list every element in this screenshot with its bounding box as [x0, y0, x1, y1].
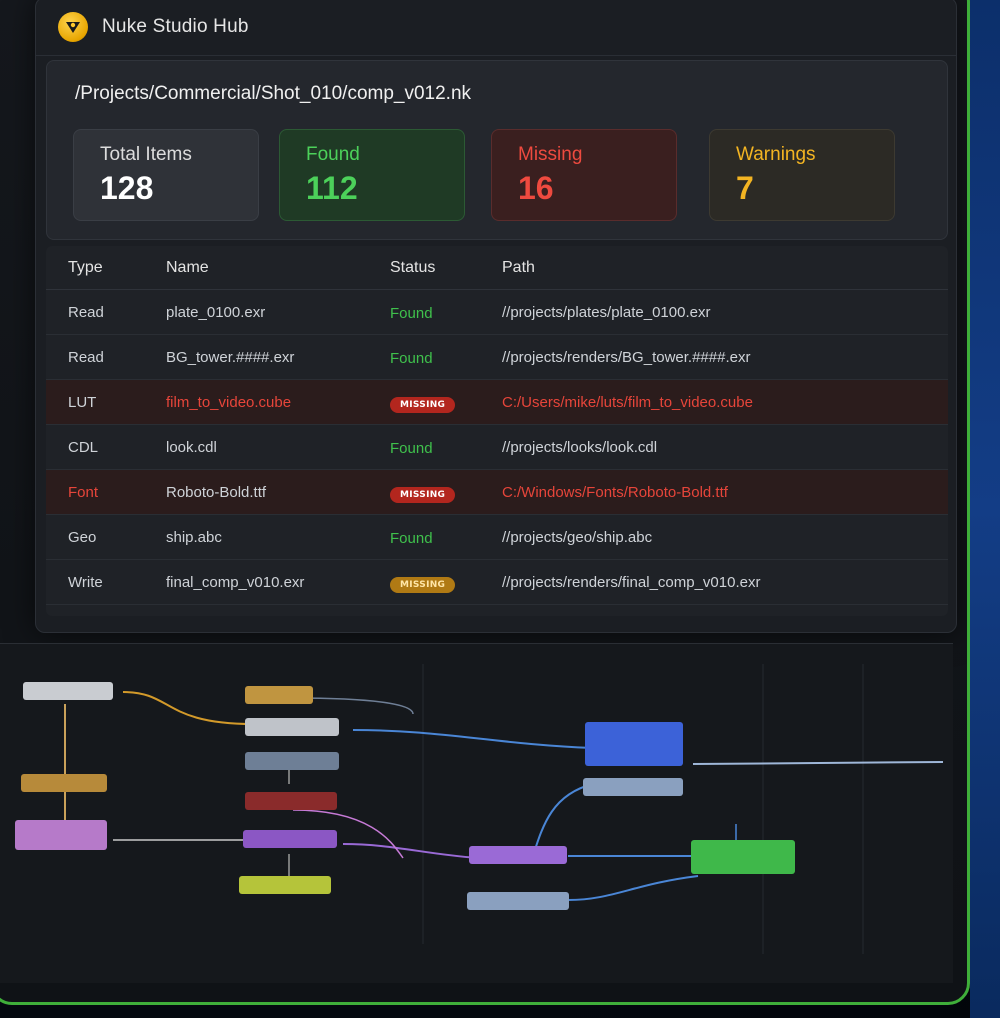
total-items-card[interactable]: Total Items 128 — [73, 129, 259, 221]
row-name: film_to_video.cube — [166, 393, 292, 411]
row-name: final_comp_v010.exr — [166, 573, 305, 591]
table-header: Type Name Status Path — [46, 246, 948, 290]
row-type: Read — [68, 303, 104, 321]
row-path: //projects/plates/plate_0100.exr — [502, 303, 711, 321]
row-type: CDL — [68, 438, 99, 456]
table-row[interactable]: Read plate_0100.exr Found //projects/pla… — [46, 290, 948, 335]
status-found: Found — [390, 529, 433, 547]
node-blur-2[interactable] — [467, 892, 569, 910]
column-header-status[interactable]: Status — [390, 259, 502, 277]
warnings-card[interactable]: Warnings 7 — [709, 129, 895, 221]
column-header-name[interactable]: Name — [166, 259, 390, 277]
node-grade-2[interactable] — [583, 778, 683, 796]
status-found: Found — [390, 349, 433, 367]
row-path: //projects/looks/look.cdl — [502, 438, 658, 456]
total-items-label: Total Items — [100, 144, 192, 165]
status-found: Found — [390, 304, 433, 322]
node-merge-3[interactable] — [469, 846, 567, 864]
dependency-table: Type Name Status Path Read plate_0100.ex… — [46, 246, 948, 616]
node-read-1[interactable] — [23, 682, 113, 700]
node-graph[interactable] — [0, 643, 953, 983]
summary-panel: /Projects/Commercial/Shot_010/comp_v012.… — [46, 60, 948, 240]
status-missing-badge: MISSING — [390, 486, 456, 503]
node-merge-2[interactable] — [243, 830, 337, 848]
main-window: Nuke Studio Hub /Projects/Commercial/Sho… — [35, 0, 957, 633]
row-path: C:/Windows/Fonts/Roboto-Bold.ttf — [502, 483, 728, 501]
title-bar: Nuke Studio Hub — [36, 0, 956, 56]
app-title: Nuke Studio Hub — [102, 15, 249, 37]
table-row[interactable]: Geo ship.abc Found //projects/geo/ship.a… — [46, 515, 948, 560]
background-strip — [970, 0, 1000, 1018]
row-name: Roboto-Bold.ttf — [166, 483, 267, 501]
row-type: Read — [68, 348, 104, 366]
column-header-type[interactable]: Type — [46, 259, 166, 277]
missing-card[interactable]: Missing 16 — [491, 129, 677, 221]
node-graph-wires — [64, 664, 944, 954]
found-card[interactable]: Found 112 — [279, 129, 465, 221]
table-row[interactable]: Font Roboto-Bold.ttf MISSING C:/Windows/… — [46, 470, 948, 515]
node-blur-1[interactable] — [21, 774, 107, 792]
row-path: //projects/geo/ship.abc — [502, 528, 653, 546]
column-header-path[interactable]: Path — [502, 259, 948, 277]
node-transform-1[interactable] — [15, 820, 107, 850]
node-roto-1[interactable] — [245, 792, 337, 810]
row-type: Geo — [68, 528, 97, 546]
status-missing-badge: MISSING — [390, 396, 456, 413]
row-name: BG_tower.####.exr — [166, 348, 295, 366]
node-write-1[interactable] — [691, 840, 795, 874]
node-shuffle-1[interactable] — [585, 722, 683, 766]
warnings-label: Warnings — [736, 144, 816, 165]
missing-value: 16 — [518, 170, 554, 206]
row-path: //projects/renders/BG_tower.####.exr — [502, 348, 751, 366]
found-value: 112 — [306, 170, 358, 206]
missing-label: Missing — [518, 144, 583, 165]
table-row[interactable]: Write final_comp_v010.exr MISSING //proj… — [46, 560, 948, 605]
found-label: Found — [306, 144, 360, 165]
row-name: look.cdl — [166, 438, 217, 456]
row-path: //projects/renders/final_comp_v010.exr — [502, 573, 761, 591]
total-items-value: 128 — [100, 170, 154, 206]
status-found: Found — [390, 439, 433, 457]
row-name: plate_0100.exr — [166, 303, 266, 321]
table-row[interactable]: Read BG_tower.####.exr Found //projects/… — [46, 335, 948, 380]
row-type: LUT — [68, 393, 97, 411]
table-row[interactable]: LUT film_to_video.cube MISSING C:/Users/… — [46, 380, 948, 425]
node-constant-1[interactable] — [239, 876, 331, 894]
status-warning-badge: MISSING — [390, 576, 456, 593]
node-merge-1[interactable] — [245, 718, 339, 736]
project-path: /Projects/Commercial/Shot_010/comp_v012.… — [75, 83, 472, 104]
nuke-logo-icon — [58, 11, 88, 42]
row-type: Write — [68, 573, 103, 591]
warnings-value: 7 — [736, 170, 754, 206]
app-frame: Nuke Studio Hub /Projects/Commercial/Sho… — [0, 0, 970, 1005]
row-path: C:/Users/mike/luts/film_to_video.cube — [502, 393, 753, 411]
table-row[interactable]: CDL look.cdl Found //projects/looks/look… — [46, 425, 948, 470]
node-grade-1[interactable] — [245, 752, 339, 770]
row-name: ship.abc — [166, 528, 222, 546]
node-read-2[interactable] — [245, 686, 313, 704]
row-type: Font — [68, 483, 99, 501]
